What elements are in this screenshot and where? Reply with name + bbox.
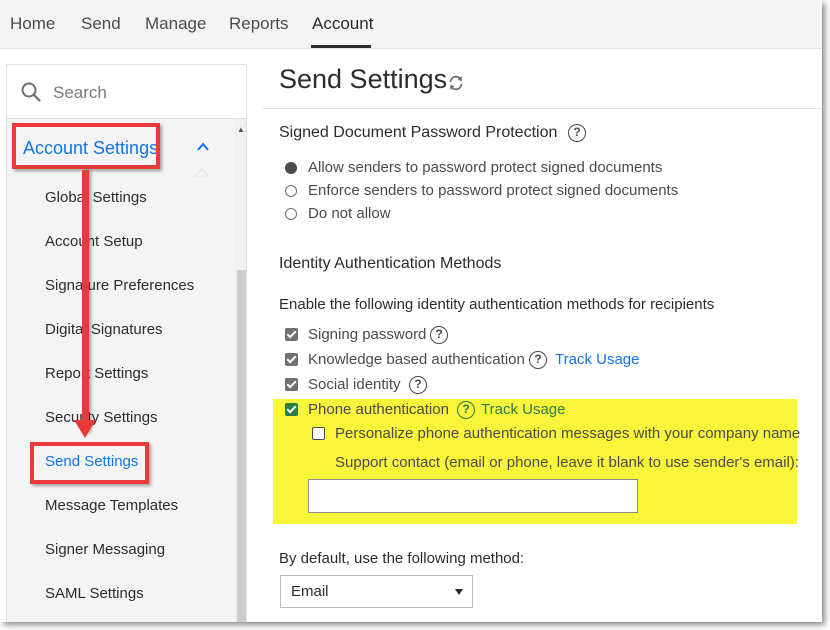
identity-auth-subtitle: Enable the following identity authentica…	[279, 296, 715, 313]
tab-send[interactable]: Send	[81, 14, 121, 34]
default-method-select[interactable]: Email	[280, 575, 473, 608]
help-icon[interactable]: ?	[529, 351, 547, 369]
app-window: Home Send Manage Reports Account Account…	[0, 0, 822, 622]
annotation-arrow-head	[74, 420, 96, 438]
annotation-box-account-settings	[12, 123, 160, 169]
search-icon	[21, 82, 41, 102]
tab-home[interactable]: Home	[10, 14, 55, 34]
help-icon[interactable]: ?	[430, 326, 448, 344]
scroll-up-arrow-icon[interactable]: ▲	[237, 125, 245, 134]
track-usage-link[interactable]: Track Usage	[481, 401, 565, 418]
tab-manage[interactable]: Manage	[145, 14, 206, 34]
page-title: Send Settings	[279, 64, 448, 94]
sidebar-item-signature-preferences[interactable]: Signature Preferences	[45, 277, 194, 294]
checkbox-phone-auth[interactable]	[285, 403, 298, 416]
active-tab-indicator	[311, 45, 371, 48]
option-label: Enforce senders to password protect sign…	[308, 182, 679, 199]
default-method-value: Email	[291, 583, 329, 600]
annotation-arrow-line	[82, 170, 89, 432]
sidebar-item-saml-settings[interactable]: SAML Settings	[45, 585, 144, 602]
default-method-label: By default, use the following method:	[279, 550, 525, 567]
method-label: Knowledge based authentication	[308, 351, 525, 368]
top-nav: Home Send Manage Reports Account	[0, 0, 822, 49]
password-protection-title: Signed Document Password Protection	[279, 124, 558, 141]
dropdown-arrow-icon	[455, 589, 463, 595]
help-icon[interactable]: ?	[568, 124, 586, 142]
sidebar-item-report-settings[interactable]: Report Settings	[45, 365, 148, 382]
checkbox-social-identity[interactable]	[285, 378, 298, 391]
checkbox-personalize-phone[interactable]	[312, 427, 325, 440]
method-label: Phone authentication	[308, 401, 449, 418]
main-panel: Send Settings Signed Document Password P…	[263, 50, 822, 622]
menu-notch	[195, 169, 209, 177]
help-icon[interactable]: ?	[409, 376, 427, 394]
sidebar-item-message-templates[interactable]: Message Templates	[45, 497, 178, 514]
radio-do-not-allow[interactable]	[285, 208, 297, 220]
refresh-icon[interactable]	[447, 74, 465, 92]
checkbox-knowledge-based[interactable]	[285, 353, 298, 366]
sidebar-item-digital-signatures[interactable]: Digital Signatures	[45, 321, 163, 338]
sidebar-item-security-settings[interactable]: Security Settings	[45, 409, 158, 426]
search-box	[7, 65, 246, 119]
support-contact-input[interactable]	[308, 479, 638, 513]
search-input[interactable]	[51, 80, 235, 106]
method-label: Signing password	[308, 326, 427, 343]
tab-account[interactable]: Account	[312, 14, 373, 34]
option-label: Do not allow	[308, 205, 391, 222]
chevron-up-icon[interactable]	[197, 141, 209, 153]
title-divider	[263, 108, 822, 109]
track-usage-link[interactable]: Track Usage	[555, 351, 639, 368]
annotation-box-send-settings	[30, 442, 149, 484]
support-contact-label: Support contact (email or phone, leave i…	[335, 454, 799, 471]
option-label: Allow senders to password protect signed…	[308, 159, 663, 176]
radio-enforce-password[interactable]	[285, 185, 297, 197]
tab-reports[interactable]: Reports	[229, 14, 289, 34]
sidebar-item-global-settings[interactable]: Global Settings	[45, 189, 147, 206]
sidebar-item-signer-messaging[interactable]: Signer Messaging	[45, 541, 165, 558]
sidebar-item-account-setup[interactable]: Account Setup	[45, 233, 143, 250]
personalize-label: Personalize phone authentication message…	[335, 425, 801, 442]
sidebar-scrollbar-thumb[interactable]	[237, 270, 246, 622]
identity-auth-title: Identity Authentication Methods	[279, 255, 502, 272]
method-label: Social identity	[308, 376, 401, 393]
help-icon[interactable]: ?	[457, 401, 475, 419]
radio-allow-password[interactable]	[285, 162, 297, 174]
checkbox-signing-password[interactable]	[285, 328, 298, 341]
